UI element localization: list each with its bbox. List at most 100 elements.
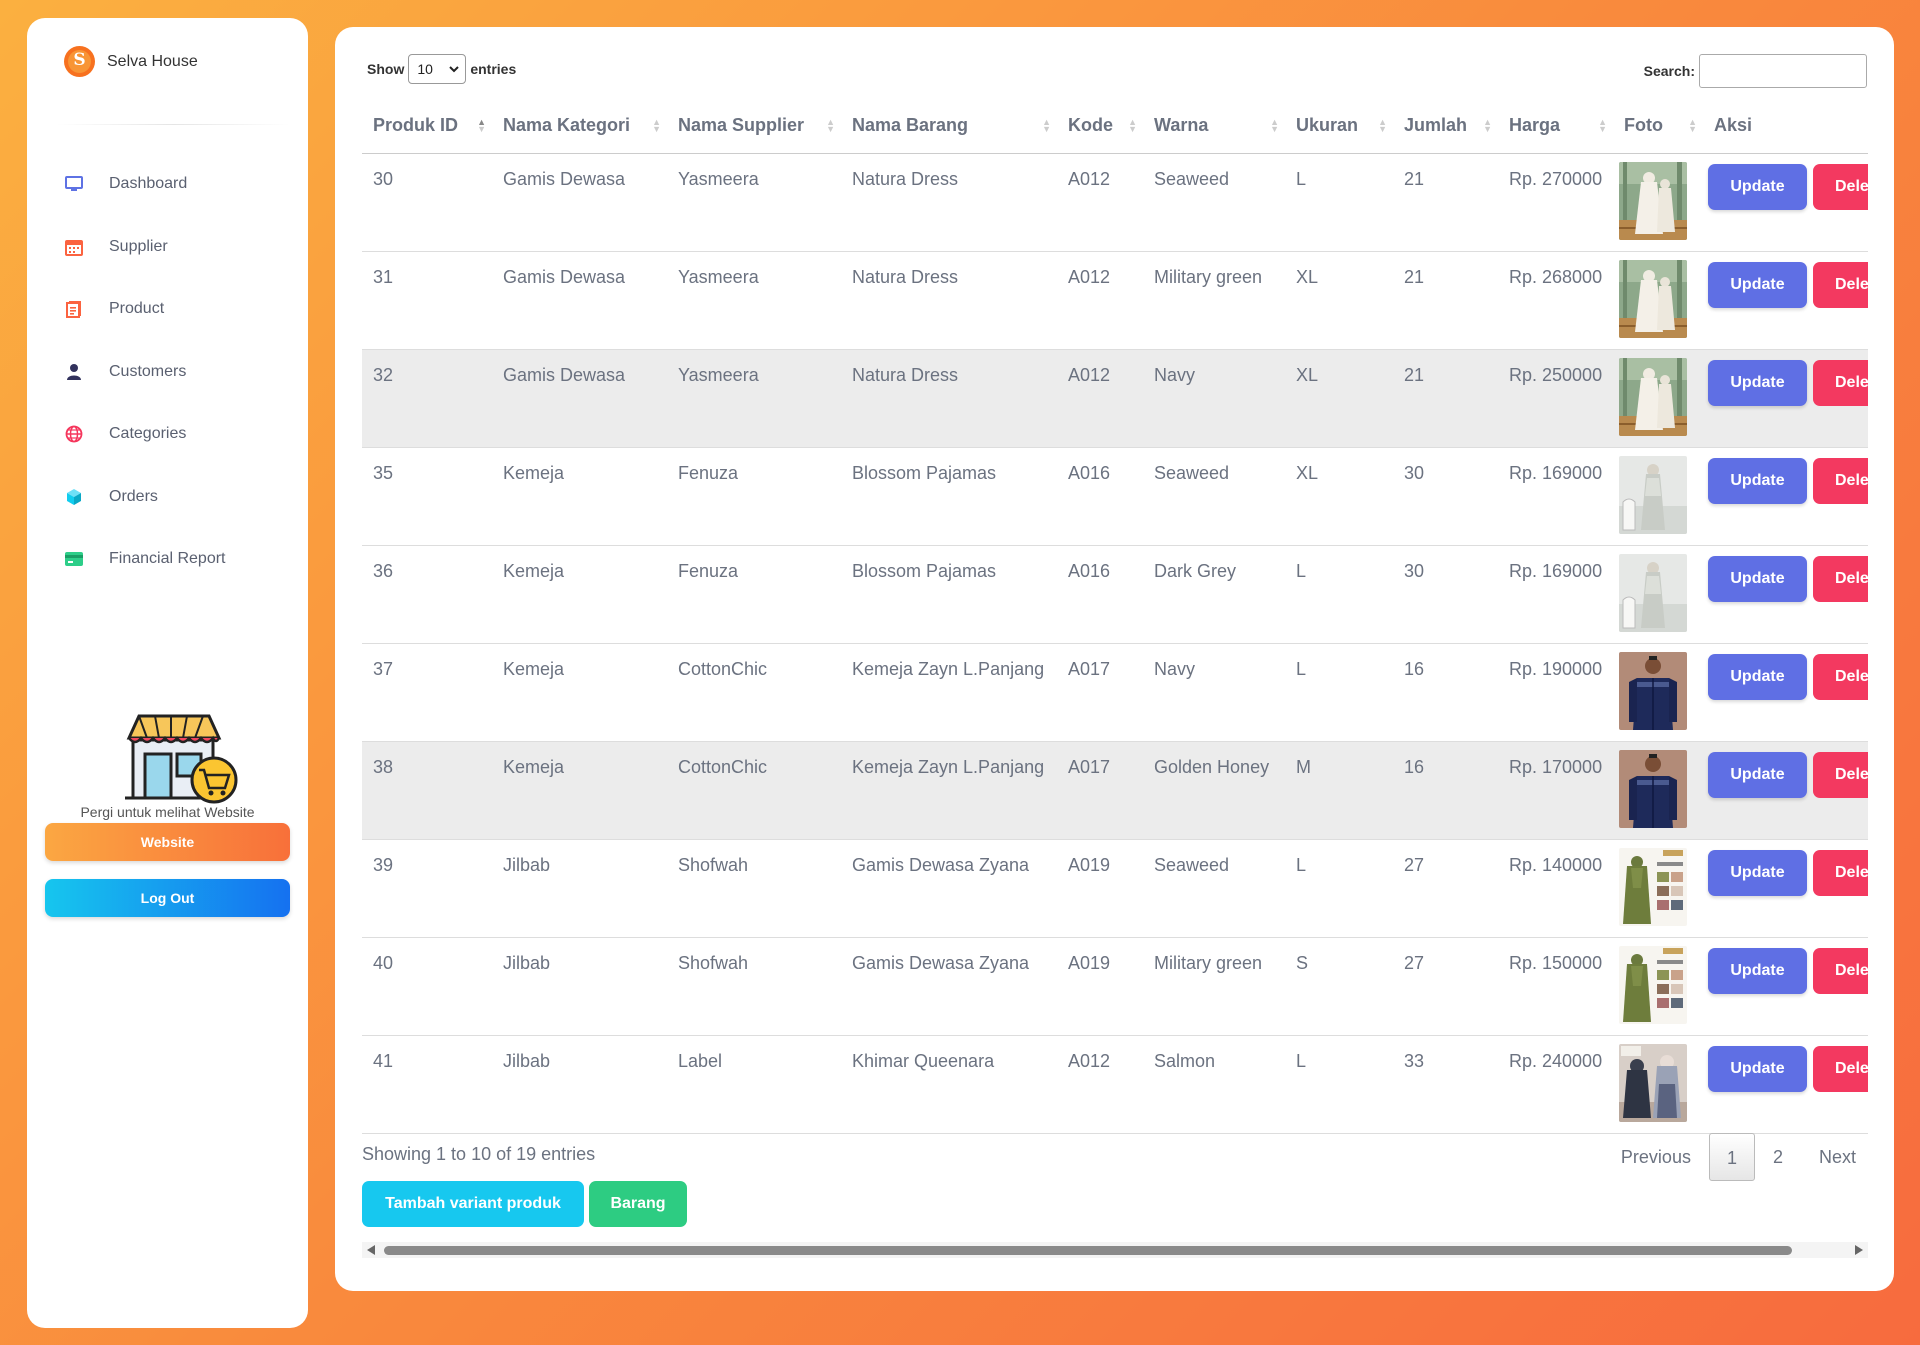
cell-ukuran: S: [1285, 937, 1393, 1036]
sort-icon: ▲ ▼: [1688, 117, 1697, 134]
cell-produk-id: 35: [362, 447, 492, 546]
column-header-warna[interactable]: Warna ▲ ▼: [1143, 99, 1285, 154]
column-header-nama-kategori[interactable]: Nama Kategori ▲ ▼: [492, 99, 667, 154]
update-button[interactable]: Update: [1708, 653, 1807, 700]
cell-warna: Salmon: [1143, 1035, 1285, 1134]
brand[interactable]: S Selva House: [64, 46, 198, 77]
cell-harga: Rp. 169000: [1498, 447, 1613, 546]
sidebar-item-financial-report[interactable]: Financial Report: [27, 528, 308, 591]
page-size-select[interactable]: 10: [408, 54, 467, 84]
column-header-produk-id[interactable]: Produk ID ▲ ▼: [362, 99, 492, 154]
previous-page-button[interactable]: Previous: [1603, 1133, 1709, 1181]
cell-foto: [1613, 545, 1703, 644]
update-button[interactable]: Update: [1708, 261, 1807, 308]
column-header-nama-barang[interactable]: Nama Barang ▲ ▼: [841, 99, 1057, 154]
update-button[interactable]: Update: [1708, 751, 1807, 798]
blossom-pajamas-photo: [1619, 455, 1687, 534]
update-button[interactable]: Update: [1708, 947, 1807, 994]
blossom-pajamas-photo: [1619, 553, 1687, 632]
sidebar-item-label: Orders: [109, 487, 158, 505]
page-button-2[interactable]: 2: [1755, 1133, 1801, 1181]
delete-button[interactable]: Delete: [1813, 163, 1868, 210]
delete-button[interactable]: Delete: [1813, 751, 1868, 798]
delete-button[interactable]: Delete: [1813, 359, 1868, 406]
sidebar-item-customers[interactable]: Customers: [27, 341, 308, 404]
delete-button[interactable]: Delete: [1813, 457, 1868, 504]
cell-harga: Rp. 250000: [1498, 349, 1613, 448]
khimar-queenara-photo: [1619, 1043, 1687, 1122]
cell-nama-barang: Khimar Queenara: [841, 1035, 1057, 1134]
update-button[interactable]: Update: [1708, 555, 1807, 602]
page-button-1[interactable]: 1: [1708, 1133, 1755, 1181]
column-header-aksi[interactable]: Aksi: [1703, 99, 1868, 154]
cell-kategori: Kemeja: [492, 447, 667, 546]
cell-kode: A012: [1057, 251, 1143, 350]
cell-nama-barang: Gamis Dewasa Zyana: [841, 839, 1057, 938]
cell-foto: [1613, 741, 1703, 840]
sidebar-item-label: Categories: [109, 425, 187, 443]
sidebar-item-label: Customers: [109, 362, 187, 380]
gamis-natura-photo: [1619, 259, 1687, 338]
cell-supplier: Fenuza: [667, 447, 841, 546]
cell-foto: [1613, 839, 1703, 938]
shop-illustration: [125, 714, 238, 804]
search-input[interactable]: [1699, 54, 1867, 88]
delete-button[interactable]: Delete: [1813, 261, 1868, 308]
add-variant-button[interactable]: Tambah variant produk: [362, 1181, 584, 1227]
sidebar-item-dashboard[interactable]: Dashboard: [27, 153, 308, 216]
sidebar-item-label: Financial Report: [109, 550, 226, 568]
column-header-kode[interactable]: Kode ▲ ▼: [1057, 99, 1143, 154]
update-button[interactable]: Update: [1708, 849, 1807, 896]
update-button[interactable]: Update: [1708, 457, 1807, 504]
column-header-harga[interactable]: Harga ▲ ▼: [1498, 99, 1613, 154]
delete-button[interactable]: Delete: [1813, 555, 1868, 602]
update-button[interactable]: Update: [1708, 359, 1807, 406]
product-table-wrapper: Produk ID ▲ ▼ Nama Kategori ▲ ▼ Nama Supplie…: [362, 99, 1868, 1134]
website-button[interactable]: Website: [45, 823, 290, 861]
monitor-icon: [63, 173, 85, 195]
barang-button[interactable]: Barang: [589, 1181, 687, 1227]
horizontal-scrollbar[interactable]: [362, 1242, 1868, 1258]
column-header-ukuran[interactable]: Ukuran ▲ ▼: [1285, 99, 1393, 154]
search-control: Search:: [1644, 54, 1867, 88]
sidebar-item-categories[interactable]: Categories: [27, 403, 308, 466]
delete-button[interactable]: Delete: [1813, 947, 1868, 994]
sort-ascending-icon: ▲ ▼: [477, 117, 486, 134]
cell-supplier: Yasmeera: [667, 251, 841, 350]
scroll-left-icon[interactable]: [367, 1245, 375, 1255]
update-button[interactable]: Update: [1708, 1045, 1807, 1092]
sidebar-item-product[interactable]: Product: [27, 278, 308, 341]
cell-supplier: CottonChic: [667, 741, 841, 840]
update-button[interactable]: Update: [1708, 163, 1807, 210]
cell-warna: Navy: [1143, 349, 1285, 448]
cell-kategori: Kemeja: [492, 643, 667, 742]
divider: [57, 124, 290, 125]
cell-nama-barang: Kemeja Zayn L.Panjang: [841, 741, 1057, 840]
page-size-control: Show 10 entries: [367, 54, 516, 84]
cell-warna: Golden Honey: [1143, 741, 1285, 840]
cell-foto: [1613, 349, 1703, 448]
credit-card-icon: [63, 548, 85, 570]
column-header-nama-supplier[interactable]: Nama Supplier ▲ ▼: [667, 99, 841, 154]
table-row: 40 Jilbab Shofwah Gamis Dewasa Zyana A019 Mil…: [362, 937, 1868, 1036]
delete-button[interactable]: Delete: [1813, 653, 1868, 700]
scrollbar-thumb[interactable]: [384, 1246, 1792, 1255]
sidebar-item-orders[interactable]: Orders: [27, 466, 308, 529]
column-header-jumlah[interactable]: Jumlah ▲ ▼: [1393, 99, 1498, 154]
delete-button[interactable]: Delete: [1813, 1045, 1868, 1092]
column-header-foto[interactable]: Foto ▲ ▼: [1613, 99, 1703, 154]
cell-supplier: Yasmeera: [667, 349, 841, 448]
cell-harga: Rp. 240000: [1498, 1035, 1613, 1134]
sidebar-item-supplier[interactable]: Supplier: [27, 216, 308, 279]
cell-supplier: CottonChic: [667, 643, 841, 742]
cell-produk-id: 37: [362, 643, 492, 742]
table-row: 32 Gamis Dewasa Yasmeera Natura Dress A012 Na…: [362, 349, 1868, 448]
logout-button[interactable]: Log Out: [45, 879, 290, 917]
cell-kode: A017: [1057, 741, 1143, 840]
main-card: Show 10 entries Search: Produk ID ▲ ▼ Nama…: [335, 27, 1894, 1291]
scroll-right-icon[interactable]: [1855, 1245, 1863, 1255]
next-page-button[interactable]: Next: [1801, 1133, 1874, 1181]
cell-aksi: UpdateDelete: [1703, 545, 1868, 644]
delete-button[interactable]: Delete: [1813, 849, 1868, 896]
gamis-zyana-photo: [1619, 847, 1687, 926]
